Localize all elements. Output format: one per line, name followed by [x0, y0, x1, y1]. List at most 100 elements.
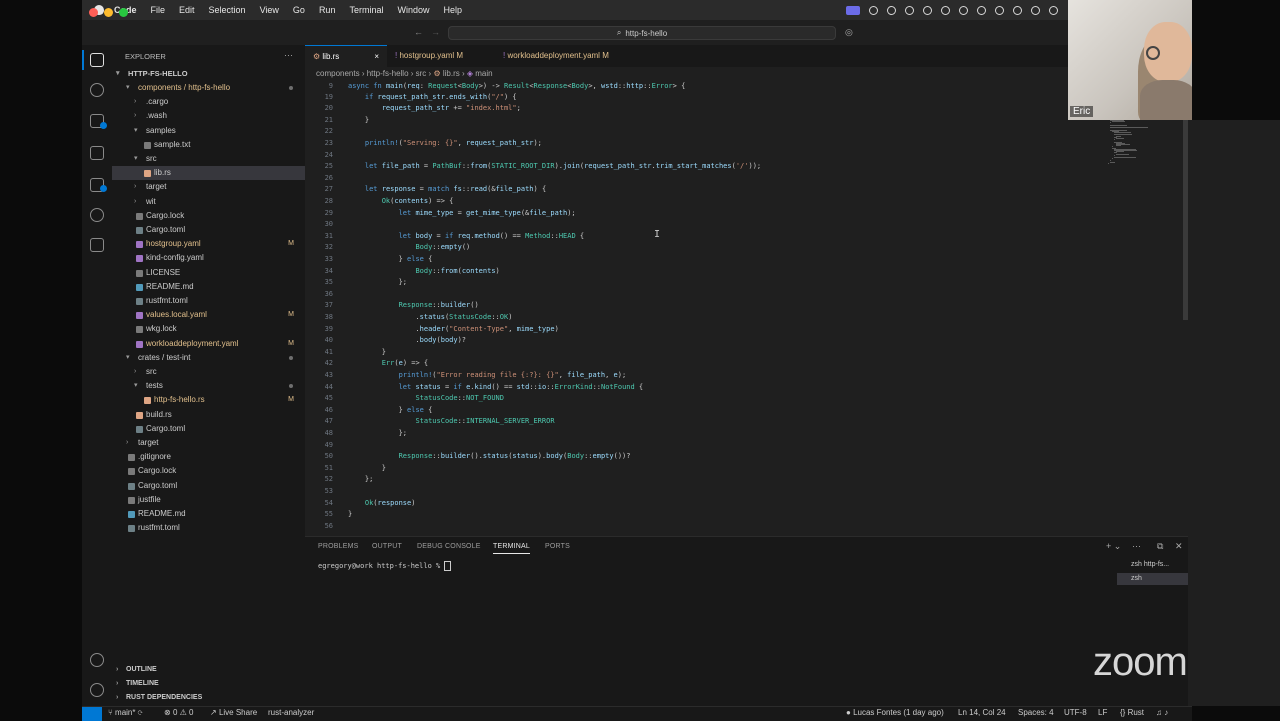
file-item[interactable]: LICENSE	[112, 266, 305, 280]
more-actions-icon[interactable]: ···	[284, 50, 293, 60]
file-item[interactable]: Cargo.toml	[112, 223, 305, 237]
wifi-icon[interactable]	[1031, 6, 1040, 15]
menu-selection[interactable]: Selection	[209, 5, 246, 15]
file-item[interactable]: sample.txt	[112, 138, 305, 152]
file-item[interactable]: rustfmt.toml	[112, 294, 305, 308]
folder-item[interactable]: ›wit	[112, 195, 305, 209]
file-item[interactable]: Cargo.lock	[112, 464, 305, 478]
cursor-position[interactable]: Ln 14, Col 24	[958, 708, 1006, 717]
tab-terminal[interactable]: TERMINAL	[493, 543, 530, 554]
folder-item[interactable]: ▾crates / test-int	[112, 351, 305, 365]
file-item[interactable]: kind-config.yaml	[112, 251, 305, 265]
folder-item[interactable]: ›.cargo	[112, 95, 305, 109]
remote-indicator[interactable]	[82, 707, 102, 721]
file-item[interactable]: Cargo.lock	[112, 209, 305, 223]
breadcrumb-item[interactable]: components	[316, 69, 360, 78]
close-window-button[interactable]	[89, 8, 98, 17]
accounts-icon[interactable]	[90, 653, 104, 667]
command-center[interactable]: ⌕ http-fs-hello	[448, 26, 836, 40]
file-item[interactable]: hostgroup.yamlM	[112, 237, 305, 251]
file-item[interactable]: README.md	[112, 280, 305, 294]
explorer-root-folder[interactable]: ▾ HTTP-FS-HELLO	[112, 67, 305, 81]
breadcrumb-item[interactable]: http-fs-hello	[367, 69, 409, 78]
language-mode[interactable]: {} Rust	[1120, 708, 1144, 717]
file-item[interactable]: values.local.yamlM	[112, 308, 305, 322]
folder-item[interactable]: ›.wash	[112, 109, 305, 123]
cloud-icon[interactable]	[887, 6, 896, 15]
nav-back-icon[interactable]: ←	[414, 27, 423, 37]
timeline-section[interactable]: › TIMELINE	[112, 677, 305, 691]
menu-go[interactable]: Go	[293, 5, 305, 15]
close-panel-icon[interactable]: ✕	[1175, 541, 1183, 552]
git-blame[interactable]: ● Lucas Fontes (1 day ago)	[846, 708, 944, 717]
indentation[interactable]: Spaces: 4	[1018, 708, 1054, 717]
tab-output[interactable]: OUTPUT	[372, 543, 402, 550]
tab-debug-console[interactable]: DEBUG CONSOLE	[417, 543, 481, 550]
breadcrumb-item[interactable]: lib.rs	[443, 69, 460, 78]
search-icon[interactable]	[1049, 6, 1058, 15]
close-tab-icon[interactable]: ×	[374, 46, 379, 68]
folder-item[interactable]: ▾samples	[112, 124, 305, 138]
file-item[interactable]: README.md	[112, 507, 305, 521]
rust-dependencies-section[interactable]: › RUST DEPENDENCIES	[112, 691, 305, 705]
zoom-share-icon[interactable]	[846, 6, 860, 15]
file-item[interactable]: wkg.lock	[112, 322, 305, 336]
battery-icon[interactable]	[1013, 6, 1022, 15]
file-item[interactable]: workloaddeployment.yamlM	[112, 337, 305, 351]
folder-item[interactable]: ›target	[112, 436, 305, 450]
terminal-instance-2[interactable]: zsh	[1117, 573, 1188, 585]
file-item[interactable]: build.rs	[112, 408, 305, 422]
bell-icon[interactable]: ♫ ♪	[1156, 708, 1168, 717]
code-editor[interactable]: 9async fn main(req: Request<Body>) -> Re…	[305, 81, 1188, 536]
minimize-window-button[interactable]	[104, 8, 113, 17]
outline-section[interactable]: › OUTLINE	[112, 663, 305, 677]
copilot-icon[interactable]: ◎	[845, 27, 853, 38]
file-item[interactable]: rustfmt.toml	[112, 521, 305, 535]
manage-gear-icon[interactable]	[90, 683, 104, 697]
file-item[interactable]: Cargo.toml	[112, 479, 305, 493]
menu-file[interactable]: File	[151, 5, 166, 15]
remote-explorer-icon[interactable]	[90, 208, 104, 222]
eol[interactable]: LF	[1098, 708, 1107, 717]
terminal-output[interactable]: egregory@work http-fs-hello %	[318, 561, 451, 571]
file-item[interactable]: Cargo.toml	[112, 422, 305, 436]
terminal-instance-1[interactable]: zsh http-fs...	[1117, 559, 1188, 571]
explorer-icon[interactable]	[90, 53, 104, 67]
folder-item[interactable]: ›target	[112, 180, 305, 194]
testing-icon[interactable]	[90, 238, 104, 252]
more-actions-icon[interactable]: ···	[1132, 541, 1141, 551]
pause-icon[interactable]	[941, 6, 950, 15]
breadcrumb-item[interactable]: src	[416, 69, 427, 78]
search-icon[interactable]	[90, 83, 104, 97]
nav-forward-icon[interactable]: →	[431, 27, 440, 37]
maximize-window-button[interactable]	[119, 8, 128, 17]
menu-run[interactable]: Run	[319, 5, 336, 15]
tab-workloaddeployment-yaml[interactable]: ! workloaddeployment.yaml M	[495, 45, 635, 67]
live-share[interactable]: ↗ Live Share	[210, 708, 257, 717]
file-item[interactable]: lib.rs	[112, 166, 305, 180]
breadcrumb-item[interactable]: main	[475, 69, 492, 78]
tab-ports[interactable]: PORTS	[545, 543, 570, 550]
moon-icon[interactable]	[977, 6, 986, 15]
rust-analyzer-status[interactable]: rust-analyzer	[268, 708, 314, 717]
folder-item[interactable]: ▾components / http-fs-hello	[112, 81, 305, 95]
tray-icon[interactable]	[905, 6, 914, 15]
git-branch[interactable]: ⑂ main* ⟳	[108, 708, 143, 717]
file-item[interactable]: .gitignore	[112, 450, 305, 464]
run-debug-icon[interactable]	[90, 146, 104, 160]
problems-count[interactable]: ⊗ 0 ⚠ 0	[164, 708, 193, 717]
file-item[interactable]: http-fs-hello.rsM	[112, 393, 305, 407]
minimap[interactable]	[1108, 120, 1158, 170]
menu-edit[interactable]: Edit	[179, 5, 195, 15]
file-item[interactable]: justfile	[112, 493, 305, 507]
folder-item[interactable]: ›src	[112, 365, 305, 379]
tray-icon[interactable]	[869, 6, 878, 15]
new-terminal-icon[interactable]: + ⌄	[1106, 541, 1121, 552]
folder-item[interactable]: ▾tests	[112, 379, 305, 393]
tab-problems[interactable]: PROBLEMS	[318, 543, 359, 550]
maximize-panel-icon[interactable]: ⧉	[1157, 541, 1163, 552]
tab-hostgroup-yaml[interactable]: ! hostgroup.yaml M	[387, 45, 495, 67]
menu-window[interactable]: Window	[397, 5, 429, 15]
sticky-scroll-header[interactable]: 9async fn main(req: Request<Body>) -> Re…	[305, 81, 1065, 93]
tray-icon[interactable]	[923, 6, 932, 15]
